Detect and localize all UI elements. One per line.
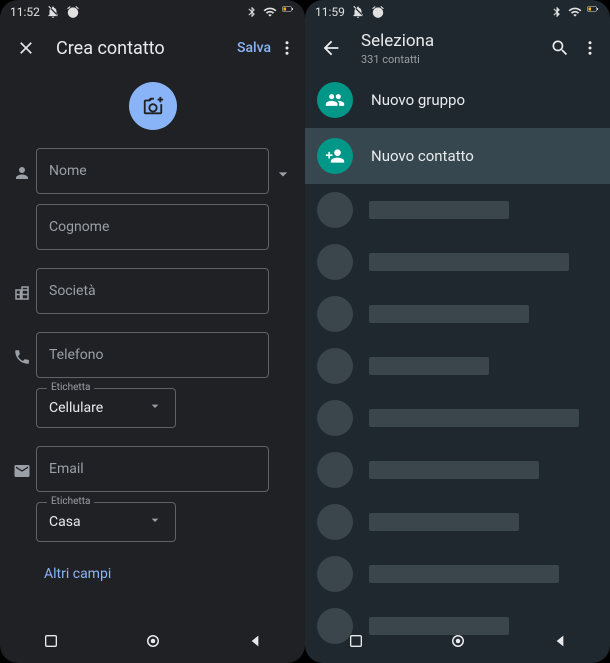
nav-home[interactable]	[449, 632, 467, 654]
bluetooth-icon	[245, 5, 259, 19]
contact-row[interactable]	[305, 340, 610, 392]
contact-row[interactable]	[305, 444, 610, 496]
contact-row[interactable]	[305, 548, 610, 600]
placeholder: Email	[49, 461, 84, 477]
label: Nuovo contatto	[371, 147, 474, 165]
avatar	[317, 504, 353, 540]
appbar: Crea contatto Salva	[0, 24, 305, 72]
clock: 11:59	[315, 5, 345, 19]
save-button[interactable]: Salva	[237, 40, 271, 56]
overflow-menu-button[interactable]	[277, 30, 297, 66]
redacted-name	[369, 513, 519, 531]
placeholder: Cognome	[49, 219, 109, 235]
avatar	[317, 348, 353, 384]
contact-row[interactable]	[305, 496, 610, 548]
nav-home[interactable]	[144, 632, 162, 654]
add-photo-button[interactable]	[129, 82, 177, 130]
status-bar: 11:59	[305, 0, 610, 24]
phone-icon	[8, 332, 36, 366]
clock: 11:52	[10, 5, 40, 19]
phone-type-dropdown[interactable]: Etichetta Cellulare	[36, 388, 176, 428]
overflow-menu-button[interactable]	[578, 30, 602, 66]
close-button[interactable]	[8, 30, 44, 66]
alarm-icon	[371, 5, 385, 19]
group-icon	[317, 82, 353, 118]
person-icon	[8, 148, 36, 182]
back-button[interactable]	[313, 30, 349, 66]
alarm-icon	[66, 5, 80, 19]
avatar	[317, 296, 353, 332]
new-contact-button[interactable]: Nuovo contatto	[305, 128, 610, 184]
chevron-down-icon	[147, 512, 163, 532]
redacted-name	[369, 565, 559, 583]
navigation-bar	[0, 623, 305, 663]
appbar-subtitle: 331 contatti	[361, 53, 542, 66]
bluetooth-icon	[550, 5, 564, 19]
appbar-title: Seleziona	[361, 31, 542, 51]
placeholder: Società	[49, 283, 96, 299]
nav-recents[interactable]	[43, 633, 59, 653]
contact-row[interactable]	[305, 236, 610, 288]
expand-name-button[interactable]	[269, 148, 297, 184]
more-fields-button[interactable]: Altri campi	[0, 560, 305, 582]
redacted-name	[369, 253, 569, 271]
create-contact-screen: 11:52 Crea contatto Salva	[0, 0, 305, 663]
dnd-icon	[46, 5, 60, 19]
email-icon	[8, 446, 36, 480]
chevron-down-icon	[147, 398, 163, 418]
email-input[interactable]: Email	[36, 446, 269, 492]
avatar	[317, 452, 353, 488]
wifi-icon	[568, 5, 582, 19]
avatar	[317, 400, 353, 436]
placeholder: Nome	[49, 163, 87, 179]
legend: Etichetta	[47, 496, 94, 507]
status-bar: 11:52	[0, 0, 305, 24]
redacted-name	[369, 461, 539, 479]
person-add-icon	[317, 138, 353, 174]
avatar	[317, 556, 353, 592]
redacted-name	[369, 201, 509, 219]
value: Casa	[49, 514, 81, 530]
battery-icon	[586, 5, 600, 19]
value: Cellulare	[49, 400, 103, 416]
nav-back[interactable]	[552, 633, 568, 653]
new-group-button[interactable]: Nuovo gruppo	[305, 72, 610, 128]
company-input[interactable]: Società	[36, 268, 269, 314]
avatar	[317, 244, 353, 280]
nav-recents[interactable]	[348, 633, 364, 653]
wifi-icon	[263, 5, 277, 19]
contact-row[interactable]	[305, 184, 610, 236]
nav-back[interactable]	[247, 633, 263, 653]
contact-list[interactable]	[305, 184, 610, 652]
redacted-name	[369, 357, 489, 375]
avatar	[317, 192, 353, 228]
placeholder: Telefono	[49, 347, 104, 363]
redacted-name	[369, 305, 529, 323]
search-button[interactable]	[542, 30, 578, 66]
appbar-title: Crea contatto	[56, 38, 237, 59]
navigation-bar	[305, 623, 610, 663]
surname-input[interactable]: Cognome	[36, 204, 269, 250]
redacted-name	[369, 409, 579, 427]
appbar: Seleziona 331 contatti	[305, 24, 610, 72]
select-contact-screen: 11:59 Seleziona 331 contatti Nuovo grupp…	[305, 0, 610, 663]
contact-row[interactable]	[305, 288, 610, 340]
company-icon	[8, 268, 36, 302]
legend: Etichetta	[47, 382, 94, 393]
phone-input[interactable]: Telefono	[36, 332, 269, 378]
email-type-dropdown[interactable]: Etichetta Casa	[36, 502, 176, 542]
first-name-input[interactable]: Nome	[36, 148, 269, 194]
battery-icon	[281, 5, 295, 19]
contact-row[interactable]	[305, 392, 610, 444]
label: Nuovo gruppo	[371, 91, 465, 109]
dnd-icon	[351, 5, 365, 19]
